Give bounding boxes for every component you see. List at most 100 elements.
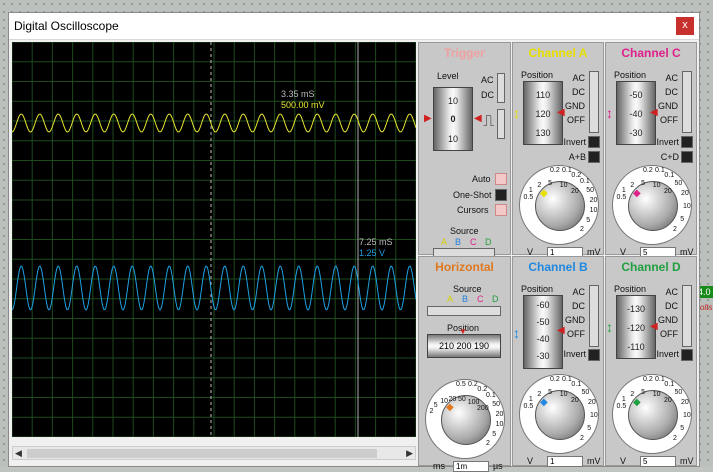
channel_c-mode-switch[interactable] (682, 71, 692, 133)
trigger-ac-label: AC (481, 75, 494, 85)
channel_b-mode-ac[interactable]: AC (572, 287, 585, 297)
scale-value: 10 (447, 134, 458, 144)
channel_d-mode-gnd[interactable]: GND (658, 315, 678, 325)
channel_c-knob-tick-right: 2 (673, 226, 677, 234)
channel_b-unit-value[interactable]: 1 (547, 456, 583, 467)
channel_c-knob-tick-right: 10 (682, 203, 691, 211)
channel_a-mode-ac[interactable]: AC (572, 73, 585, 83)
channel_d-knob-tick-right: 20 (680, 399, 689, 407)
trigger-source-label: Source (450, 226, 479, 236)
horizontal-knob-tick-top: 0.5 (456, 381, 466, 388)
trigger-cursors-button[interactable] (495, 204, 507, 216)
channel_c-marker-icon: ◀ (650, 107, 658, 118)
channel_a-mode-switch[interactable] (589, 71, 599, 133)
scale-value: -110 (627, 342, 645, 352)
channel_d-mode-switch[interactable] (682, 285, 692, 347)
trigger-source-a[interactable]: A (441, 237, 447, 247)
channel_a-knob-tick-right: 20 (589, 196, 598, 204)
title-bar[interactable]: Digital Oscilloscope x (9, 13, 699, 40)
scroll-thumb[interactable] (27, 449, 377, 458)
horizontal-source-c[interactable]: C (477, 294, 484, 304)
channel_a-knob-pointer-icon: ◆ (540, 188, 548, 199)
channel_a-scale-knob-dial: 0.5 1 2 5 10 20 0.2 0.1 50 20 10 5 2 0.2 0.1 ◆ (519, 165, 599, 245)
channel_b-invert-button[interactable] (588, 349, 600, 361)
channel_d-knob-tick-top: 0.2 (643, 376, 653, 383)
horizontal-source-slider[interactable] (427, 306, 501, 316)
scale-value: 10 (447, 96, 458, 106)
channel_c-knob-tick-top: 0.2 (643, 167, 653, 174)
trigger-source-d[interactable]: D (485, 237, 492, 247)
channel_a-knob-tick-left: 10 (559, 182, 568, 190)
channel_a-mode-gnd[interactable]: GND (565, 101, 585, 111)
scale-value: -60 (536, 300, 550, 310)
channel_b-mode-switch[interactable] (589, 285, 599, 347)
horizontal-knob-tick-left: 200 (477, 405, 489, 413)
horizontal-knob-tick-top: 0.2 (468, 381, 478, 388)
horizontal-knob-tick-right: 20 (495, 410, 504, 418)
channel_c-knob-tick-top: 0.1 (655, 167, 665, 174)
channel_d-unit-value[interactable]: 5 (640, 456, 676, 467)
channel_c-mode-dc[interactable]: DC (665, 87, 678, 97)
channel_b-knob-tick-left: 1 (528, 395, 533, 403)
trigger-source-c[interactable]: C (470, 237, 477, 247)
trigger-oneshot-label: One-Shot (453, 190, 492, 200)
channel_d-mode-off[interactable]: OFF (660, 329, 678, 339)
scope-screen[interactable]: 3.35 mS 500.00 mV 7.25 mS 1.25 V (11, 41, 417, 438)
horizontal-source-d[interactable]: D (492, 294, 499, 304)
channel_c-mode-off[interactable]: OFF (660, 115, 678, 125)
trigger-auto-button[interactable] (495, 173, 507, 185)
channel_c-mode-gnd[interactable]: GND (658, 101, 678, 111)
trigger-oneshot-button[interactable] (495, 189, 507, 201)
scroll-right-icon[interactable]: ▶ (406, 448, 413, 459)
channel_d-invert-label: Invert (656, 349, 679, 359)
channel_d-title: Channel D (621, 260, 681, 274)
channel_a-combine-label: A+B (568, 152, 586, 162)
scale-value: 130 (535, 128, 551, 138)
channel_b-knob-pointer-icon: ◆ (540, 397, 548, 408)
channel_d-mode-ac[interactable]: AC (665, 287, 678, 297)
channel_b-mode-dc[interactable]: DC (572, 301, 585, 311)
channel_c-invert-button[interactable] (681, 136, 693, 148)
channel_a-knob-tick-top: 0.2 (550, 167, 560, 174)
channel_d-knob-tick-right: 50 (674, 388, 683, 396)
channel_c-combine-button[interactable] (681, 151, 693, 163)
channel_a-knob-tick-left: 20 (571, 188, 579, 196)
channel_d-knob-tick-top: 0.1 (655, 376, 665, 383)
channel_b-marker-icon: ◀ (557, 325, 565, 336)
channel_b-mode-off[interactable]: OFF (567, 329, 585, 339)
channel_b-mode-gnd[interactable]: GND (565, 315, 585, 325)
channel_d-knob-tick-left: 5 (641, 388, 646, 396)
channel_a-invert-button[interactable] (588, 136, 600, 148)
trigger-cursors-label: Cursors (457, 205, 489, 215)
channel_c-title: Channel C (621, 46, 681, 60)
channel_d-unit-left: V (620, 456, 627, 466)
channel_d-mode-dc[interactable]: DC (665, 301, 678, 311)
trigger-source-b[interactable]: B (455, 237, 461, 247)
channel_d-invert-button[interactable] (681, 349, 693, 361)
channel_a-knob-tick-right: 10 (589, 207, 598, 215)
channel_d-knob-tick-right: 10 (682, 412, 691, 420)
trigger-title: Trigger (444, 46, 485, 60)
trigger-coupling-switch[interactable] (497, 73, 505, 103)
horizontal-title: Horizontal (435, 260, 494, 274)
channel_b-knob-tick-top: 0.2 (550, 376, 560, 383)
screen-scrollbar[interactable]: ◀ ▶ (12, 446, 416, 460)
scroll-left-icon[interactable]: ◀ (15, 448, 22, 459)
trigger-edge-icon[interactable]: ⎍ (483, 113, 494, 131)
channel_a-mode-dc[interactable]: DC (572, 87, 585, 97)
horizontal-position-drum[interactable]: 210 200 190 (427, 334, 501, 358)
channel_c-mode-ac[interactable]: AC (665, 73, 678, 83)
close-button[interactable]: x (676, 17, 694, 35)
horizontal-source-b[interactable]: B (462, 294, 468, 304)
trigger-level-drum[interactable]: 10 0 10 (433, 87, 473, 151)
trigger-edge-switch[interactable] (497, 109, 505, 139)
channel_a-mode-off[interactable]: OFF (567, 115, 585, 125)
horizontal-unit-left: ms (433, 461, 445, 471)
channel_d-scale-knob-dial: 0.5 1 2 5 10 20 0.1 50 20 10 5 2 0.2 0.1 ◆ (612, 374, 692, 454)
horizontal-source-label: Source (453, 284, 482, 294)
horizontal-knob-tick-right: 50 (492, 400, 501, 408)
trigger-dc-label: DC (481, 90, 494, 100)
horizontal-source-a[interactable]: A (447, 294, 453, 304)
channel_a-combine-button[interactable] (588, 151, 600, 163)
trigger-level-marker-right-icon: ◀ (474, 113, 482, 124)
